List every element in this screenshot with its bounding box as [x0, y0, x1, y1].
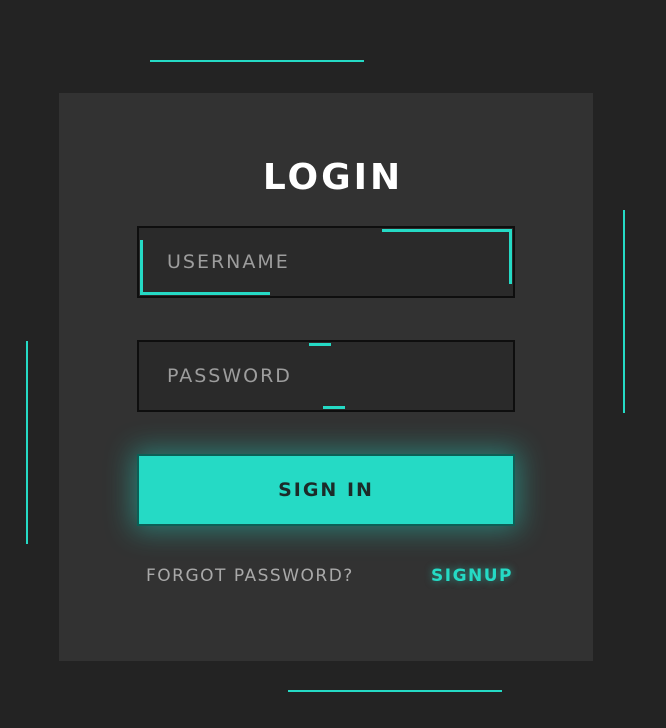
- login-page: LOGIN SIGN IN FORGOT PASSWORD? SIGNUP: [0, 0, 666, 728]
- username-field-box: [137, 226, 515, 298]
- decorative-line-bottom: [288, 690, 502, 692]
- username-input[interactable]: [139, 228, 513, 296]
- signup-link[interactable]: SIGNUP: [431, 564, 513, 588]
- decorative-line-top: [150, 60, 364, 62]
- password-field-box: [137, 340, 515, 412]
- login-title: LOGIN: [262, 157, 404, 198]
- forgot-password-link[interactable]: FORGOT PASSWORD?: [146, 564, 354, 588]
- password-input[interactable]: [139, 342, 513, 410]
- decorative-line-left: [26, 341, 28, 544]
- decorative-line-right: [623, 210, 625, 413]
- sign-in-button[interactable]: SIGN IN: [137, 454, 515, 526]
